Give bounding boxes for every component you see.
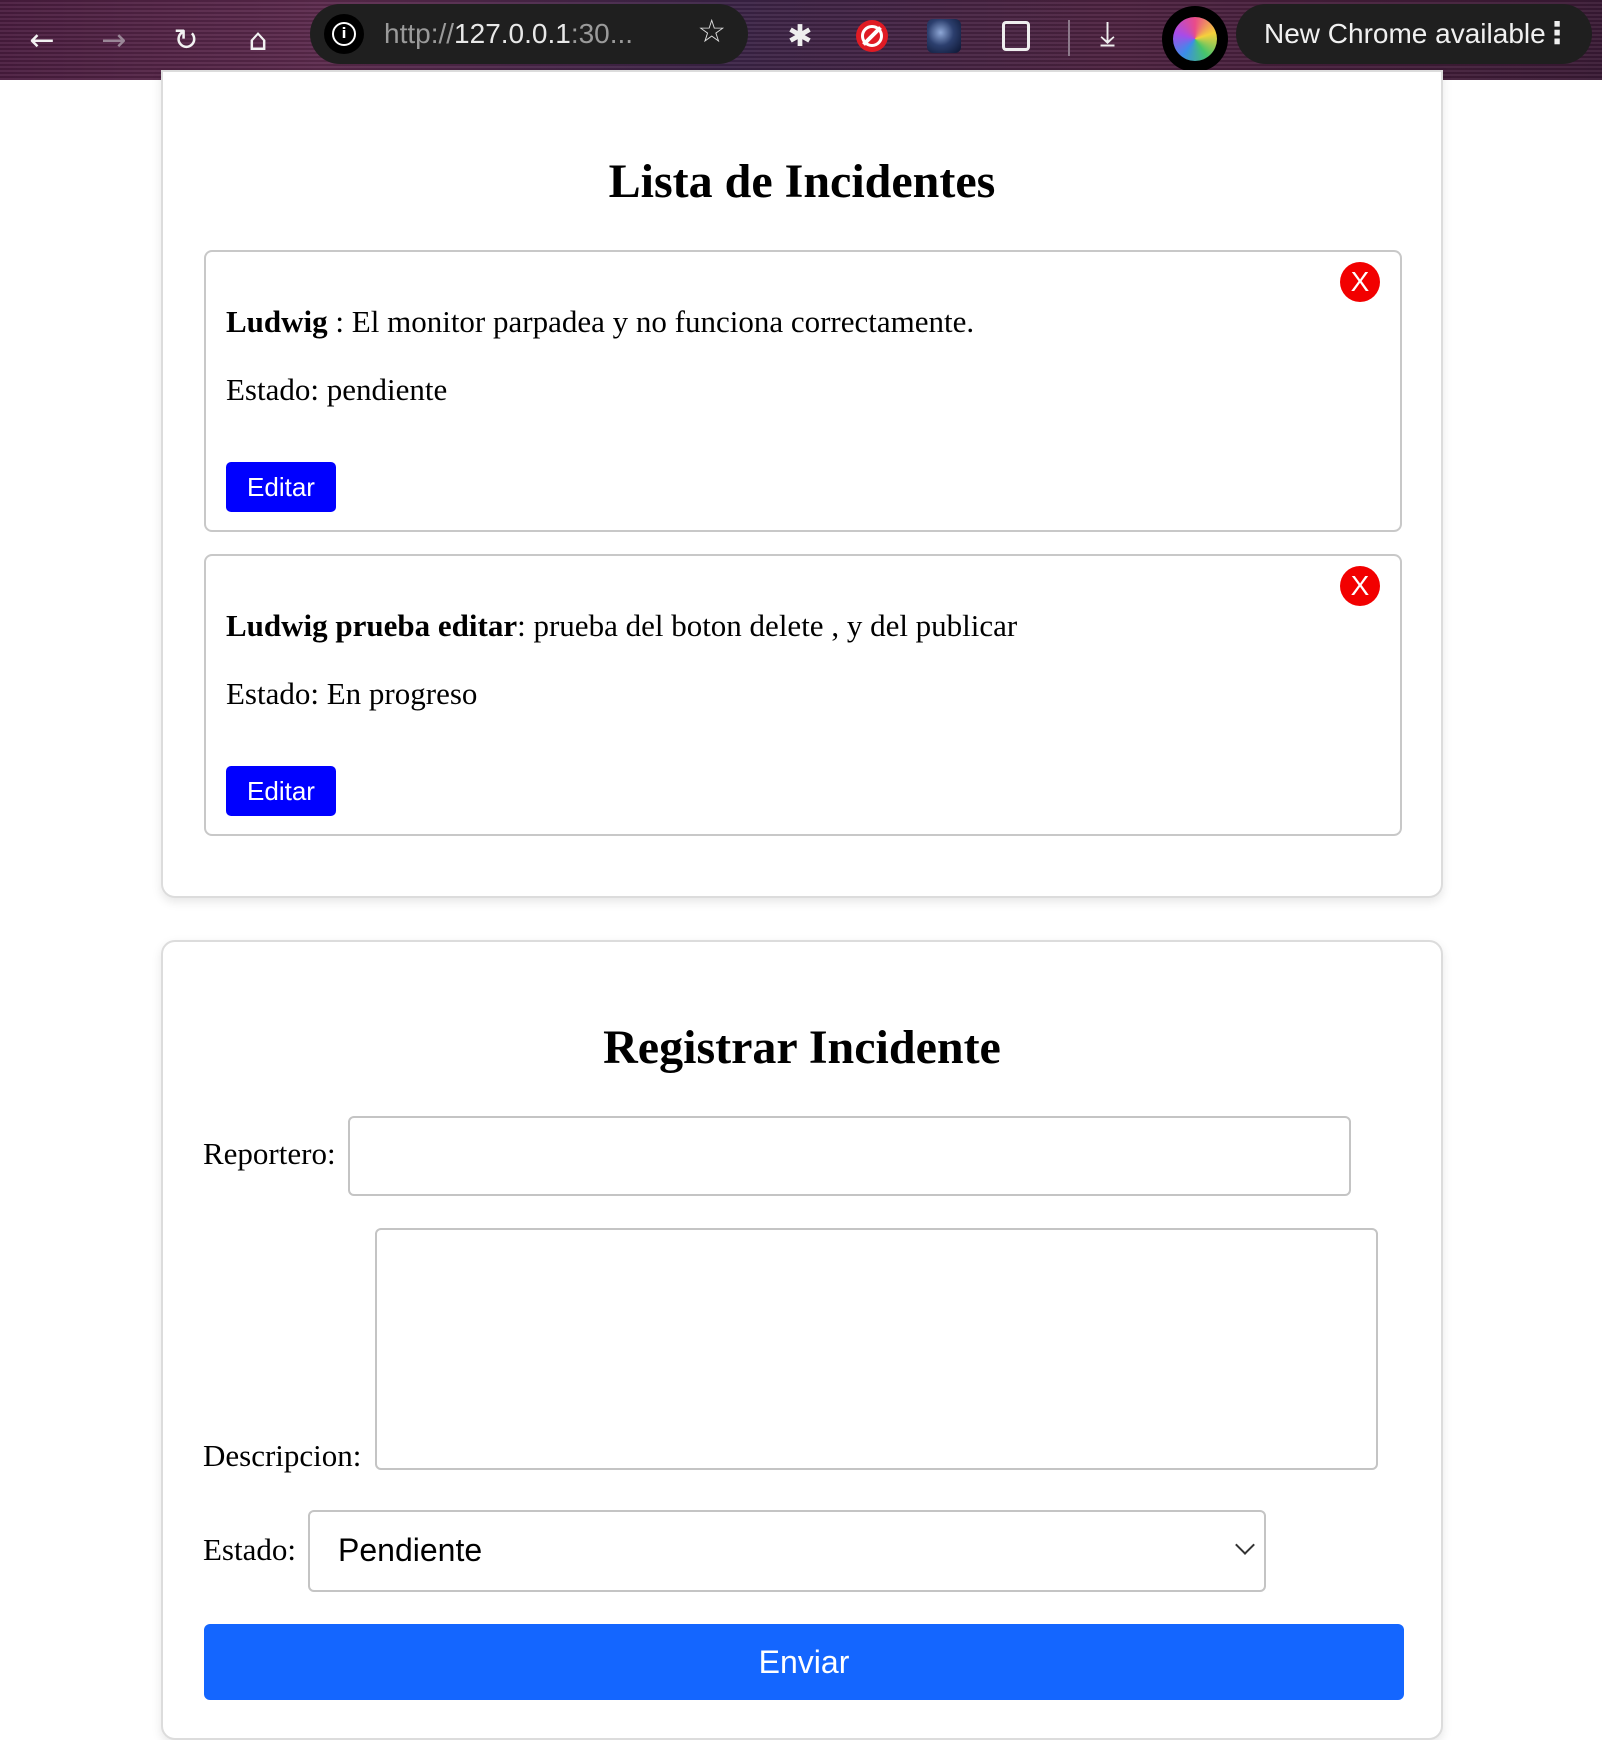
incident-item: X Ludwig prueba editar: prueba del boton… — [204, 554, 1402, 836]
incident-status: Estado: pendiente — [226, 372, 448, 407]
chrome-update-label: New Chrome available — [1264, 18, 1546, 49]
extension-ant-icon[interactable]: ✱ — [778, 14, 822, 58]
incident-reporter: Ludwig — [226, 304, 328, 339]
url-host: 127.0.0.1 — [454, 18, 571, 49]
star-icon[interactable]: ☆ — [697, 12, 726, 50]
browser-toolbar: ← → ↻ ⌂ i http://127.0.0.1:30... ☆ ✱ ⤓ N… — [0, 0, 1602, 80]
edit-button[interactable]: Editar — [226, 766, 336, 816]
extension-blocker-icon[interactable] — [850, 14, 894, 58]
status-select[interactable]: Pendiente — [308, 1510, 1266, 1592]
reload-icon[interactable]: ↻ — [158, 12, 214, 68]
list-title: Lista de Incidentes — [608, 155, 996, 208]
chevron-down-icon — [1235, 1535, 1255, 1555]
reporter-label: Reportero: — [203, 1136, 336, 1171]
reporter-input[interactable] — [348, 1116, 1351, 1196]
kebab-menu-icon[interactable]: ⋮ — [1542, 14, 1572, 54]
address-bar[interactable]: i http://127.0.0.1:30... ☆ — [310, 4, 748, 64]
chrome-update-button[interactable]: New Chrome available ⋮ — [1236, 4, 1592, 64]
incident-list-card: Lista de Incidentes X Ludwig : El monito… — [161, 70, 1443, 898]
edit-button[interactable]: Editar — [226, 462, 336, 512]
description-label: Descripcion: — [203, 1438, 362, 1473]
incident-separator: : — [517, 608, 534, 643]
url-text[interactable]: http://127.0.0.1:30... — [384, 18, 633, 50]
incident-description: prueba del boton delete , y del publicar — [533, 608, 1018, 643]
avatar[interactable] — [1162, 6, 1228, 72]
status-selected-value: Pendiente — [338, 1532, 483, 1568]
info-icon[interactable]: i — [324, 14, 364, 54]
register-incident-card: Registrar Incidente Reportero: Descripci… — [161, 940, 1443, 1740]
download-icon[interactable]: ⤓ — [1100, 14, 1115, 54]
incident-item: X Ludwig : El monitor parpadea y no func… — [204, 250, 1402, 532]
incident-title: Ludwig prueba editar: prueba del boton d… — [226, 608, 1017, 644]
url-rest: :30... — [570, 18, 634, 49]
incident-status: Estado: En progreso — [226, 676, 478, 711]
delete-button[interactable]: X — [1340, 566, 1380, 606]
home-icon[interactable]: ⌂ — [230, 12, 286, 68]
status-label: Estado: — [203, 1532, 296, 1567]
description-textarea[interactable] — [375, 1228, 1378, 1470]
arrow-left-icon[interactable]: ← — [14, 12, 70, 68]
incident-title: Ludwig : El monitor parpadea y no funcio… — [226, 304, 974, 340]
submit-button[interactable]: Enviar — [204, 1624, 1404, 1700]
arrow-right-icon[interactable]: → — [86, 12, 142, 68]
form-title: Registrar Incidente — [603, 1021, 1001, 1074]
extension-space-icon[interactable] — [922, 14, 966, 58]
url-scheme: http:// — [384, 18, 455, 49]
toolbar-divider — [1068, 20, 1070, 56]
incident-description: El monitor parpadea y no funciona correc… — [351, 304, 975, 339]
incident-separator: : — [327, 304, 352, 339]
puzzle-icon[interactable] — [994, 14, 1038, 58]
delete-button[interactable]: X — [1340, 262, 1380, 302]
incident-reporter: Ludwig prueba editar — [226, 608, 518, 643]
